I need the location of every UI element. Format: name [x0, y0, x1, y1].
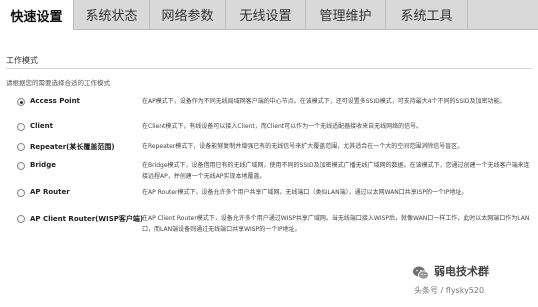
tab-network-params[interactable]: 网络参数 — [150, 0, 226, 29]
mode-label-ap-client-router[interactable]: AP Client Router(WISP客户端) — [30, 214, 143, 224]
mode-desc-bridge: 在Bridge模式下，设备借用已有的无线广域网，使用不同的SSID及加密模式广播… — [142, 162, 530, 180]
tab-management[interactable]: 管理维护 — [306, 0, 386, 29]
tab-system-status[interactable]: 系统状态 — [74, 0, 150, 29]
mode-desc-client: 在Client模式下，有线设备可以接入Client，而Client可以作为一个无… — [142, 123, 423, 130]
wechat-icon — [413, 266, 429, 280]
mode-label-client[interactable]: Client — [30, 122, 53, 130]
mode-desc-repeater: 在Repeater模式下，设备能够复制并增强已有的无线信号来扩大覆盖范围，尤其适… — [142, 143, 464, 150]
tab-quick-setup[interactable]: 快速设置 — [0, 0, 74, 30]
mode-label-access-point[interactable]: Access Point — [30, 97, 80, 105]
radio-client[interactable] — [17, 123, 25, 131]
radio-repeater[interactable] — [17, 143, 25, 151]
instruction-text: 请根据您的需要选择合适的工作模式 — [6, 79, 110, 87]
mode-label-repeater[interactable]: Repeater(某长覆盖范围) — [30, 142, 115, 152]
watermark: 弱电技术群 头条号 / flysky520 — [412, 263, 532, 303]
section-divider — [6, 68, 532, 69]
watermark-account: 头条号 / flysky520 — [414, 286, 485, 295]
radio-bridge[interactable] — [17, 162, 25, 170]
radio-ap-client-router[interactable] — [17, 215, 25, 223]
mode-desc-ap-router: 在AP Router模式下，设备允许多个用户共享广域网。无线端口（类似LAN端）… — [142, 189, 468, 196]
watermark-name: 弱电技术群 — [434, 265, 489, 278]
radio-ap-router[interactable] — [17, 189, 25, 197]
tab-system-tools[interactable]: 系统工具 — [386, 0, 468, 29]
radio-access-point[interactable] — [17, 98, 25, 106]
mode-label-bridge[interactable]: Bridge — [30, 161, 56, 169]
mode-label-ap-router[interactable]: AP Router — [30, 188, 70, 196]
tab-wireless-settings[interactable]: 无线设置 — [226, 0, 306, 29]
section-title: 工作模式 — [6, 56, 38, 65]
main-tab-bar: 快速设置 系统状态 网络参数 无线设置 管理维护 系统工具 — [0, 0, 538, 30]
mode-desc-access-point: 在AP模式下，设备作为不同无线局域网客户端的中心节点。在该模式下，还可设置多SS… — [142, 98, 506, 105]
mode-desc-ap-client-router: 在AP Client Router模式下，设备允许多个用户通过WISP共享广域网… — [142, 215, 530, 233]
